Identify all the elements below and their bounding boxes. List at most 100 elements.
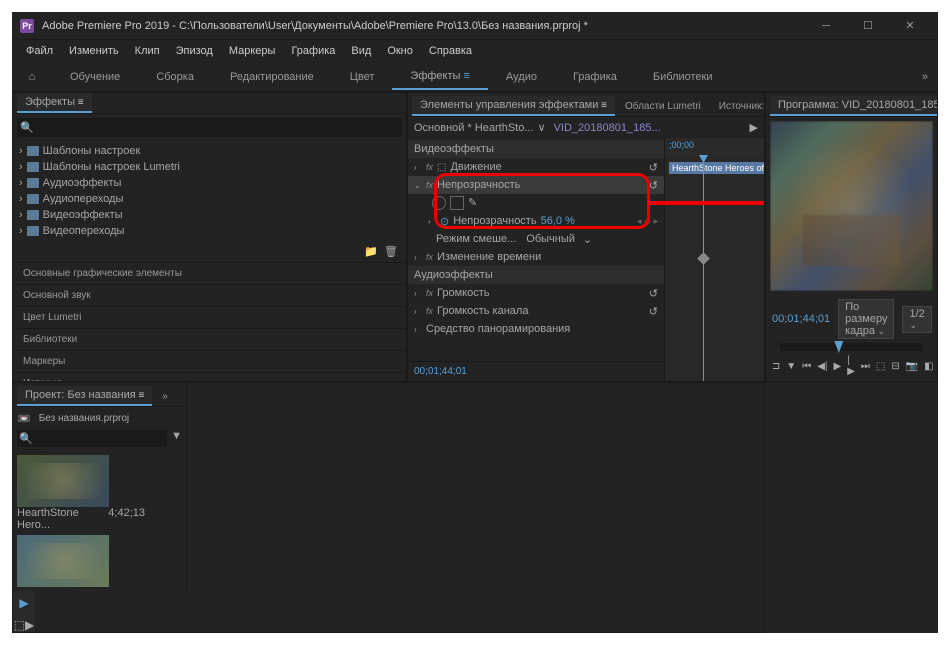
tab-source[interactable]: Источник: VID_201 (711, 98, 765, 116)
audio-fx-folder[interactable]: ›Аудиоэффекты (13, 175, 406, 191)
project-filter-icon[interactable]: ▼ (171, 430, 182, 447)
workspace-effects[interactable]: Эффекты ≡ (392, 64, 488, 90)
tab-effect-controls[interactable]: Элементы управления эффектами ≡ (412, 96, 615, 116)
effects-panel: Эффекты ≡ 🔍 ›Шаблоны настроек ›Шаблоны н… (12, 92, 407, 382)
effect-opacity[interactable]: ⌄fxНепрозрачность↺ (408, 176, 664, 194)
section-video-effects[interactable]: Видеоэффекты (408, 140, 664, 158)
panel-essential-sound[interactable]: Основной звук (13, 285, 406, 307)
tab-program[interactable]: Программа: VID_20180801_185244 ≡ (770, 96, 938, 116)
play-icon[interactable]: ▶ (834, 357, 842, 375)
program-fit-dropdown[interactable]: По размеру кадра ⌄ (838, 299, 894, 339)
tab-project[interactable]: Проект: Без названия ≡ (17, 386, 152, 406)
menu-clip[interactable]: Клип (129, 43, 166, 59)
panel-essential-graphics[interactable]: Основные графические элементы (13, 263, 406, 285)
opacity-value-row[interactable]: ›⊙ Непрозрачность 56,0 % ◂ ◇ ▸ (408, 212, 664, 230)
project-item-thumb[interactable] (17, 535, 109, 587)
effect-playhead[interactable] (703, 156, 704, 382)
workspace-learning[interactable]: Обучение (52, 65, 138, 89)
step-fwd-icon[interactable]: ⏭ (861, 357, 870, 375)
track-select-tool-icon[interactable]: ⬚▶ (16, 617, 32, 633)
menubar: Файл Изменить Клип Эпизод Маркеры График… (12, 40, 938, 62)
menu-graphics[interactable]: Графика (285, 43, 341, 59)
extract-icon[interactable]: ⊟ (891, 357, 899, 375)
effect-ruler: ;00;00 (665, 138, 765, 156)
rect-mask-icon[interactable] (450, 196, 464, 210)
workspace-overflow[interactable]: » (922, 71, 928, 83)
effect-volume[interactable]: ›fxГромкость↺ (408, 284, 664, 302)
workspace-audio[interactable]: Аудио (488, 65, 555, 89)
program-preview[interactable] (770, 121, 933, 291)
blend-mode-row[interactable]: Режим смеше... Обычный⌄ (408, 230, 664, 248)
project-item-dur: 4;42;13 (108, 507, 145, 531)
tab-lumetri-scopes[interactable]: Области Lumetri (617, 98, 709, 116)
workspace-libraries[interactable]: Библиотеки (635, 65, 731, 89)
project-item-name: HearthStone Hero... (17, 507, 108, 531)
project-name: Без названия.prproj (35, 411, 133, 426)
clip-reference[interactable]: VID_20180801_185... (554, 122, 661, 134)
workspace-color[interactable]: Цвет (332, 65, 393, 89)
delete-icon[interactable]: 🗑 (384, 245, 398, 258)
panel-markers[interactable]: Маркеры (13, 351, 406, 373)
window-title: Adobe Premiere Pro 2019 - C:\Пользовател… (42, 20, 806, 32)
maximize-button[interactable]: ☐ (848, 12, 888, 40)
effect-time-remap[interactable]: ›fxИзменение времени (408, 248, 664, 266)
lumetri-folder[interactable]: ›Шаблоны настроек Lumetri (13, 159, 406, 175)
menu-markers[interactable]: Маркеры (223, 43, 282, 59)
effect-channel-volume[interactable]: ›fxГромкость канала↺ (408, 302, 664, 320)
workspace-assembly[interactable]: Сборка (138, 65, 212, 89)
menu-edit[interactable]: Изменить (63, 43, 125, 59)
project-panel: Проект: Без названия ≡» 📼Без названия.pr… (13, 383, 187, 591)
compare-icon[interactable]: ◧ (924, 357, 933, 375)
panel-history[interactable]: История (13, 373, 406, 382)
video-trans-folder[interactable]: ›Видеопереходы (13, 223, 406, 239)
effects-search[interactable]: 🔍 (17, 118, 402, 137)
opacity-value[interactable]: 56,0 % (541, 215, 575, 227)
lift-icon[interactable]: ⬚ (876, 357, 885, 375)
opacity-keyframe[interactable] (697, 252, 710, 265)
project-item-thumb[interactable] (17, 455, 109, 507)
minimize-button[interactable]: ─ (806, 12, 846, 40)
program-monitor: Программа: VID_20180801_185244 ≡ 00;01;4… (765, 92, 938, 382)
menu-file[interactable]: Файл (20, 43, 59, 59)
project-search[interactable]: 🔍 (17, 430, 167, 447)
tool-palette: ▶ ⬚▶ ◁▷ ✂ ↔ ✎ ✋ T (13, 591, 35, 633)
program-timecode-in[interactable]: 00;01;44;01 (772, 313, 830, 325)
menu-help[interactable]: Справка (423, 43, 478, 59)
audio-trans-folder[interactable]: ›Аудиопереходы (13, 191, 406, 207)
workspace-editing[interactable]: Редактирование (212, 65, 332, 89)
step-back-icon[interactable]: ⏮ (802, 357, 811, 375)
export-frame-icon[interactable]: 📷 (906, 357, 918, 375)
tab-effects[interactable]: Эффекты ≡ (17, 93, 92, 113)
program-res-dropdown[interactable]: 1/2 ⌄ (902, 306, 931, 333)
project-bin-icon[interactable]: 📼 (17, 412, 31, 425)
preset-folder[interactable]: ›Шаблоны настроек (13, 143, 406, 159)
program-scrubber[interactable] (780, 343, 923, 351)
menu-view[interactable]: Вид (345, 43, 377, 59)
frame-back-icon[interactable]: ◀| (817, 357, 827, 375)
mark-out-icon[interactable]: ⊐ (772, 357, 780, 375)
effect-panner[interactable]: ›Средство панорамирования (408, 320, 664, 338)
panel-lumetri-color[interactable]: Цвет Lumetri (13, 307, 406, 329)
app-icon: Pr (20, 19, 34, 33)
close-button[interactable]: ✕ (890, 12, 930, 40)
pen-mask-icon[interactable]: ✎ (468, 196, 482, 210)
workspace-graphics[interactable]: Графика (555, 65, 635, 89)
frame-fwd-icon[interactable]: |▶ (847, 357, 855, 375)
new-bin-icon[interactable]: 📁 (364, 245, 378, 258)
selection-tool-icon[interactable]: ▶ (16, 595, 32, 611)
menu-sequence[interactable]: Эпизод (170, 43, 219, 59)
menu-window[interactable]: Окно (381, 43, 419, 59)
panel-libraries[interactable]: Библиотеки (13, 329, 406, 351)
home-icon[interactable]: ⌂ (20, 65, 44, 89)
titlebar: Pr Adobe Premiere Pro 2019 - C:\Пользова… (12, 12, 938, 40)
add-marker-icon[interactable]: ▼ (786, 357, 796, 375)
effect-motion[interactable]: ›fx ⬚ Движение↺ (408, 158, 664, 176)
effect-timeline[interactable]: ;00;00 HearthStone Heroes of Warcraft 20 (664, 138, 765, 382)
effect-timecode[interactable]: 00;01;44;01 (408, 362, 473, 381)
effect-controls-panel: Элементы управления эффектами ≡ Области … (407, 92, 765, 382)
section-audio-effects[interactable]: Аудиоэффекты (408, 266, 664, 284)
video-fx-folder[interactable]: ›Видеоэффекты (13, 207, 406, 223)
keyframe-nav[interactable]: ◂ ◇ ▸ (637, 216, 658, 227)
ellipse-mask-icon[interactable] (432, 196, 446, 210)
mark-in-icon[interactable]: ⊏ (765, 357, 766, 375)
